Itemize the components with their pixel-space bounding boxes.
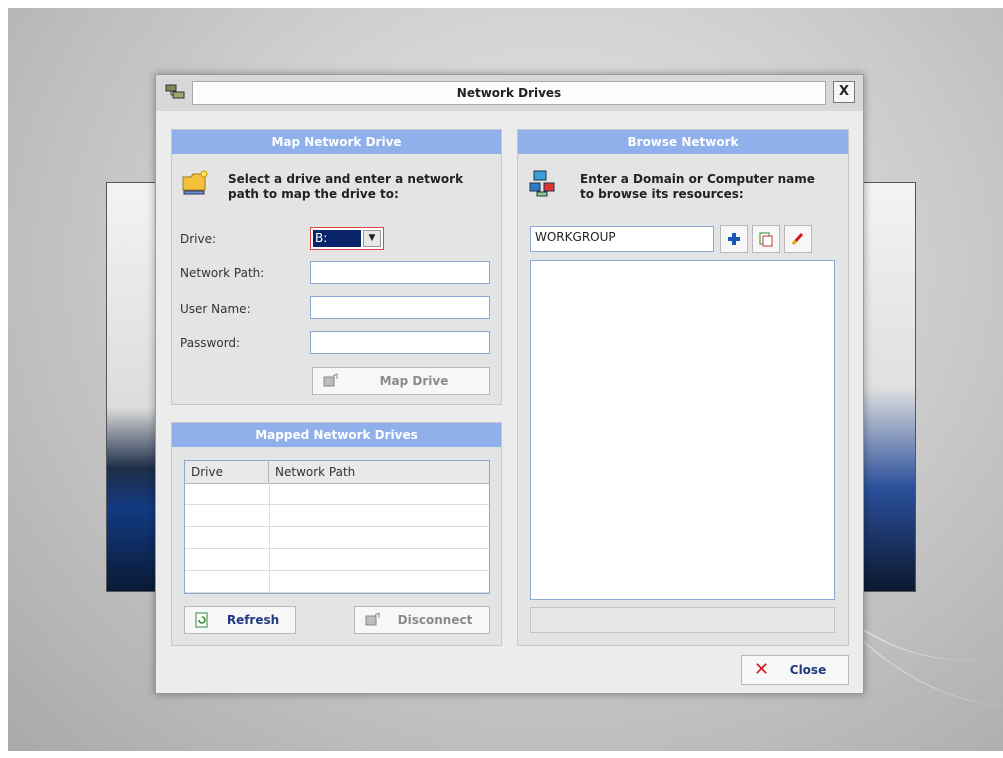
- refresh-button[interactable]: Refresh: [184, 606, 296, 634]
- close-icon: X: [838, 84, 850, 99]
- chevron-down-icon[interactable]: ▼: [363, 230, 381, 247]
- password-label: Password:: [180, 336, 241, 350]
- close-button[interactable]: ✕ Close: [741, 655, 849, 685]
- add-icon: [727, 232, 741, 250]
- network-browse-list[interactable]: [530, 260, 835, 600]
- window-close-button[interactable]: X: [833, 81, 855, 103]
- table-row[interactable]: [185, 571, 489, 593]
- password-input[interactable]: [310, 331, 490, 354]
- map-instruction: Select a drive and enter a network path …: [228, 172, 464, 201]
- panel-header: Mapped Network Drives: [172, 423, 501, 447]
- copy-button[interactable]: [752, 225, 780, 253]
- column-header-drive[interactable]: Drive: [185, 461, 269, 483]
- disconnect-button[interactable]: Disconnect: [354, 606, 490, 634]
- user-name-input[interactable]: [310, 296, 490, 319]
- add-button[interactable]: [720, 225, 748, 253]
- column-header-network-path[interactable]: Network Path: [269, 461, 489, 483]
- title-bar[interactable]: Network Drives X: [156, 75, 863, 111]
- drive-select[interactable]: B: ▼: [310, 227, 384, 250]
- copy-icon: [758, 232, 774, 251]
- folder-network-icon: [180, 168, 210, 198]
- clear-icon: [790, 232, 806, 251]
- browse-toolbar: [720, 225, 840, 253]
- user-name-label: User Name:: [180, 302, 251, 316]
- clear-button[interactable]: [784, 225, 812, 253]
- drive-label: Drive:: [180, 232, 217, 246]
- panel-header: Map Network Drive: [172, 130, 501, 154]
- table-row[interactable]: [185, 505, 489, 527]
- browse-network-panel: Browse Network Enter a Domain or Compute…: [517, 129, 849, 646]
- table-row[interactable]: [185, 527, 489, 549]
- mapped-drives-table[interactable]: Drive Network Path: [184, 460, 490, 594]
- network-drives-dialog: Network Drives X Map Network Drive Selec…: [155, 74, 864, 694]
- map-drive-button[interactable]: Map Drive: [312, 367, 490, 395]
- drive-selected-value: B:: [313, 230, 361, 247]
- window-title: Network Drives: [192, 81, 826, 105]
- network-app-icon: [164, 82, 186, 102]
- browse-instruction: Enter a Domain or Computer name to brows…: [580, 172, 815, 201]
- panel-header: Browse Network: [518, 130, 848, 154]
- network-path-input[interactable]: [310, 261, 490, 284]
- table-row[interactable]: [185, 549, 489, 571]
- network-path-label: Network Path:: [180, 266, 265, 280]
- map-network-drive-panel: Map Network Drive Select a drive and ent…: [171, 129, 502, 405]
- browse-status-bar: [530, 607, 835, 633]
- network-computers-icon: [528, 168, 558, 198]
- table-row[interactable]: [185, 483, 489, 505]
- table-header: Drive Network Path: [185, 461, 489, 484]
- domain-input[interactable]: WORKGROUP: [530, 226, 714, 252]
- mapped-network-drives-panel: Mapped Network Drives Drive Network Path…: [171, 422, 502, 646]
